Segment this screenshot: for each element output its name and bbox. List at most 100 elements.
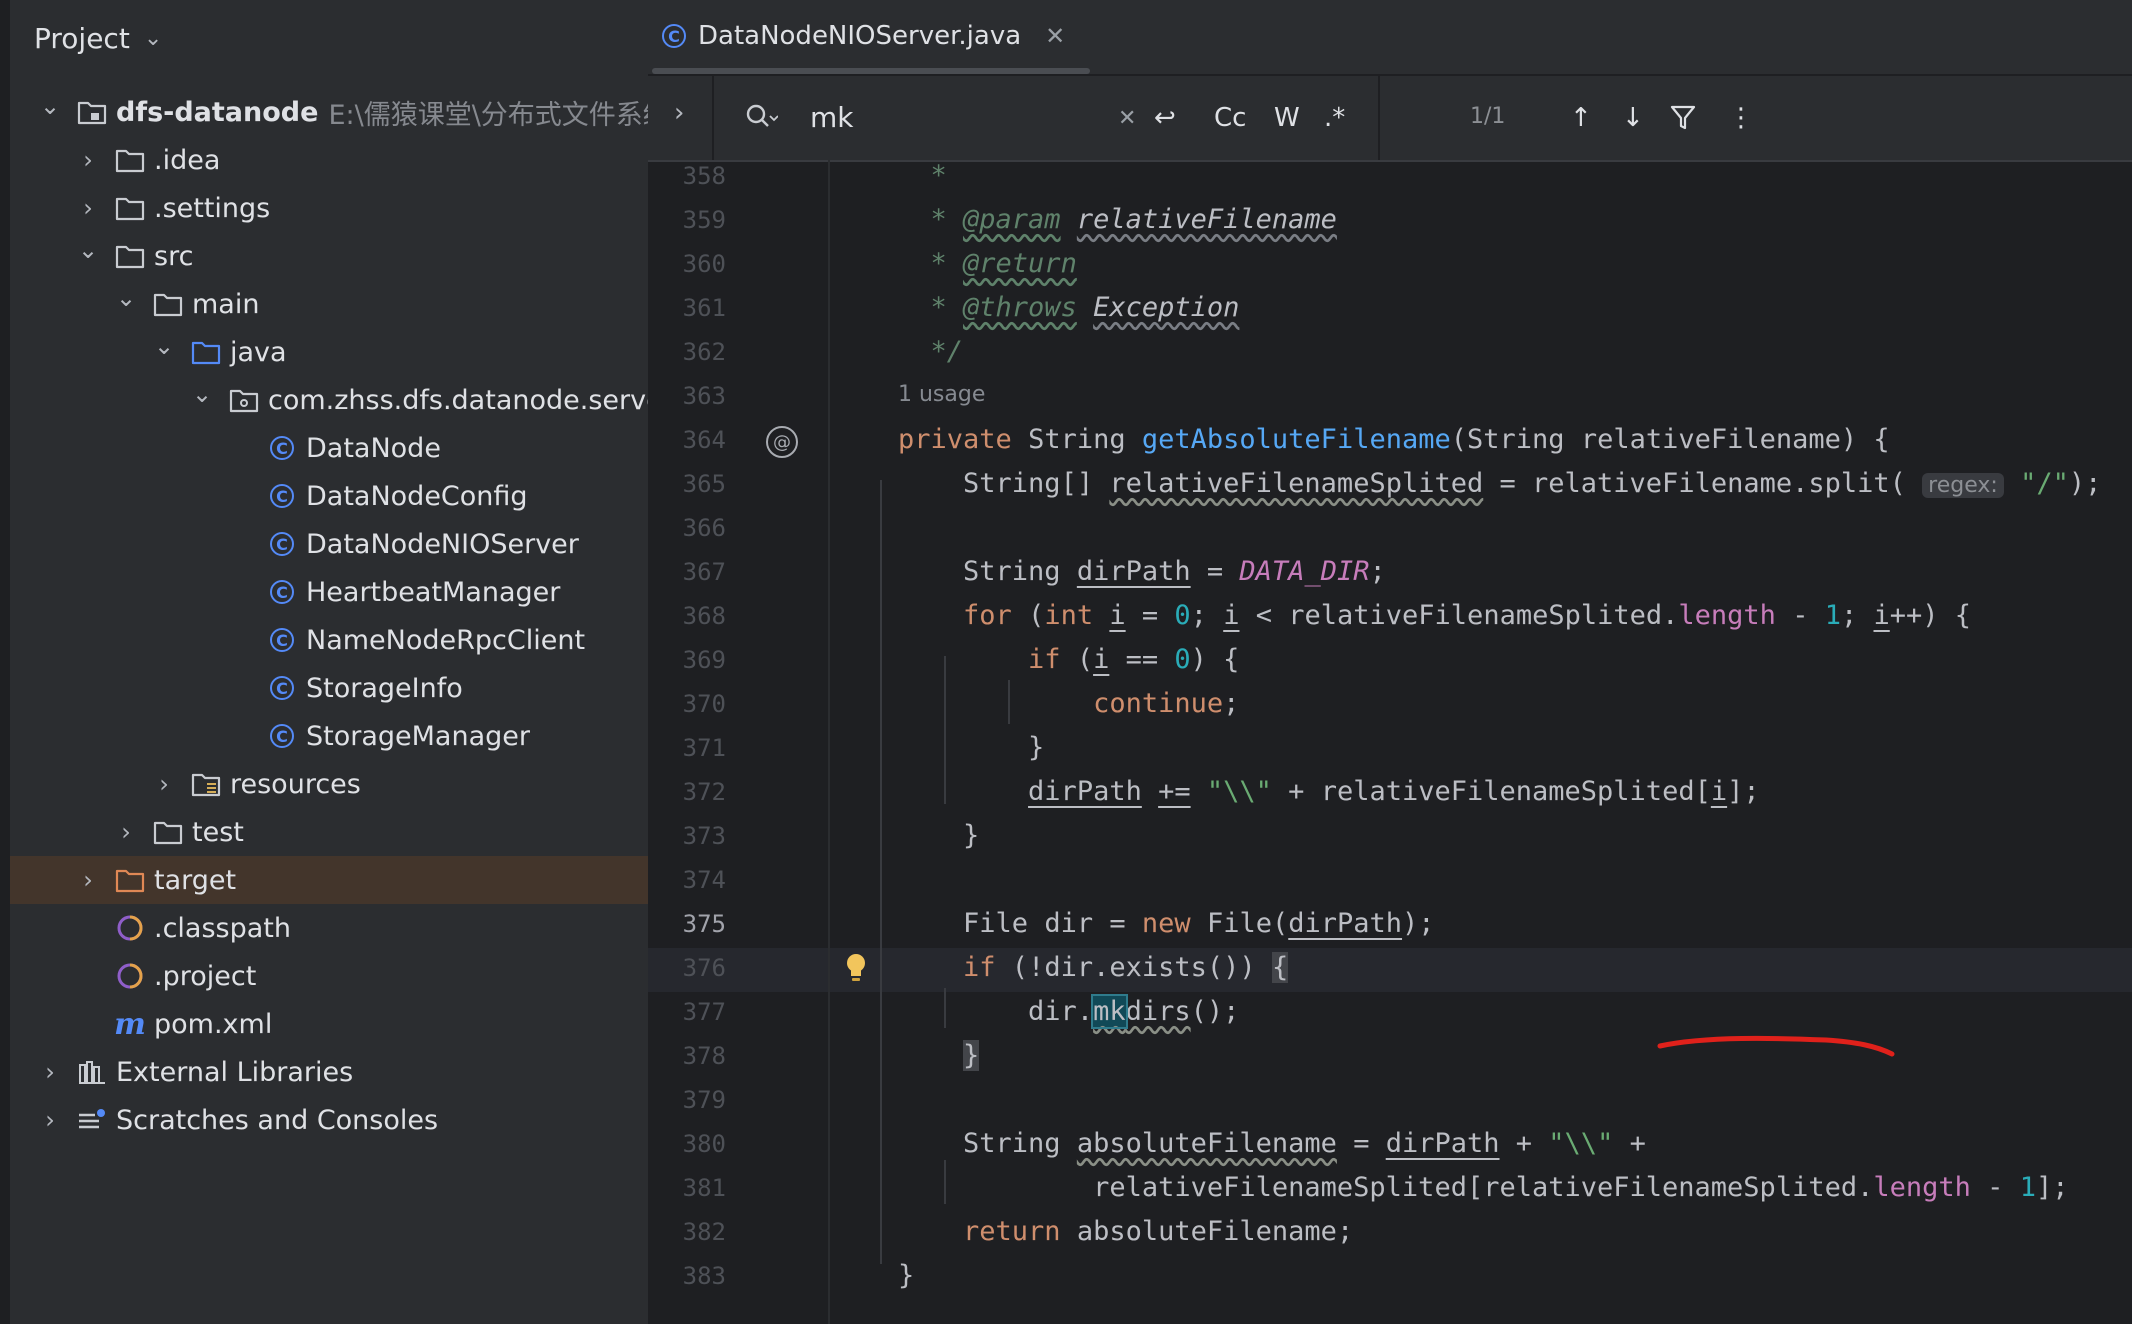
tree-item-label: .classpath bbox=[154, 912, 291, 944]
words-button[interactable]: W bbox=[1274, 98, 1300, 138]
lightbulb-icon[interactable] bbox=[844, 952, 868, 984]
chevron-right-icon[interactable]: › bbox=[38, 1106, 62, 1134]
find-input[interactable] bbox=[808, 96, 1132, 138]
tree-item[interactable]: › resources bbox=[10, 760, 648, 808]
tree-item[interactable]: › target bbox=[10, 856, 648, 904]
tree-item[interactable]: › test bbox=[10, 808, 648, 856]
chevron-down-icon[interactable]: ⌄ bbox=[152, 332, 176, 360]
tree-item[interactable]: C DataNodeNIOServer bbox=[10, 520, 648, 568]
code-line-380[interactable]: relativeFilenameSplited[relativeFilename… bbox=[898, 1166, 2068, 1210]
eclipse-file-icon bbox=[114, 960, 146, 992]
tree-item[interactable]: › External Libraries bbox=[10, 1048, 648, 1096]
tree-item-label: StorageInfo bbox=[306, 672, 463, 704]
line-number: 361 bbox=[682, 294, 726, 322]
expand-replace-icon[interactable]: › bbox=[674, 98, 684, 128]
tree-item[interactable]: C NameNodeRpcClient bbox=[10, 616, 648, 664]
tree-item-label: com.zhss.dfs.datanode.server bbox=[268, 384, 648, 416]
code-line-382[interactable]: } bbox=[898, 1254, 914, 1298]
line-number: 373 bbox=[682, 822, 726, 850]
class-icon: C bbox=[266, 480, 298, 512]
folder-icon bbox=[114, 240, 146, 272]
tab-datanodenioserver[interactable]: C DataNodeNIOServer.java ✕ bbox=[662, 0, 1102, 72]
tree-item[interactable]: › .settings bbox=[10, 184, 648, 232]
chevron-right-icon[interactable]: › bbox=[76, 194, 100, 222]
code-line-368[interactable]: if (i == 0) { bbox=[898, 638, 1239, 682]
tree-item[interactable]: › Scratches and Consoles bbox=[10, 1096, 648, 1144]
left-tool-strip bbox=[0, 0, 10, 1324]
code-line-361[interactable]: * @throws Exception bbox=[898, 286, 1240, 330]
eclipse-file-icon bbox=[114, 912, 146, 944]
tree-item-label: .project bbox=[154, 960, 257, 992]
line-number: 383 bbox=[682, 1262, 726, 1290]
line-number: 375 bbox=[682, 910, 726, 938]
tree-item[interactable]: C StorageInfo bbox=[10, 664, 648, 712]
class-icon: C bbox=[266, 528, 298, 560]
code-line-375[interactable]: if (!dir.exists()) { bbox=[898, 946, 1289, 990]
line-number: 365 bbox=[682, 470, 726, 498]
tree-item[interactable]: ⌄ src bbox=[10, 232, 648, 280]
active-tab-indicator bbox=[652, 68, 1090, 74]
code-line-377[interactable]: } bbox=[898, 1034, 980, 1078]
code-line-374[interactable]: File dir = new File(dirPath); bbox=[898, 902, 1435, 946]
chevron-right-icon[interactable]: › bbox=[76, 146, 100, 174]
more-options-icon[interactable]: ⋮ bbox=[1728, 98, 1754, 138]
filter-icon[interactable] bbox=[1670, 104, 1696, 132]
line-number: 369 bbox=[682, 646, 726, 674]
chevron-down-icon[interactable]: ⌄ bbox=[38, 92, 62, 120]
tree-item[interactable]: ⌄ java bbox=[10, 328, 648, 376]
regex-button[interactable]: .* bbox=[1324, 98, 1345, 138]
code-line-379[interactable]: String absoluteFilename = dirPath + "\\"… bbox=[898, 1122, 1646, 1166]
chevron-right-icon[interactable]: › bbox=[152, 770, 176, 798]
new-line-icon[interactable]: ↩ bbox=[1154, 98, 1176, 138]
override-marker-icon[interactable]: @ bbox=[766, 426, 798, 458]
chevron-down-icon[interactable]: ⌄ bbox=[76, 236, 100, 264]
code-line-358[interactable]: * bbox=[898, 154, 947, 198]
match-case-button[interactable]: Cc bbox=[1214, 98, 1246, 138]
code-line-371[interactable]: dirPath += "\\" + relativeFilenameSplite… bbox=[898, 770, 1760, 814]
code-line-360[interactable]: * @return bbox=[898, 242, 1077, 286]
module-folder-icon bbox=[76, 96, 108, 128]
tree-item[interactable]: ⌄ dfs-datanode E:\儒猿课堂\分布式文件系统\ bbox=[10, 88, 648, 136]
code-line-376[interactable]: dir.mkdirs(); bbox=[898, 990, 1239, 1034]
tree-item-label: NameNodeRpcClient bbox=[306, 624, 586, 656]
code-line-363[interactable]: private String getAbsoluteFilename(Strin… bbox=[898, 418, 1890, 462]
code-line-370[interactable]: } bbox=[898, 726, 1044, 770]
tree-item[interactable]: C HeartbeatManager bbox=[10, 568, 648, 616]
scratches-icon bbox=[76, 1104, 108, 1136]
code-line-381[interactable]: return absoluteFilename; bbox=[898, 1210, 1353, 1254]
code-line-359[interactable]: * @param relativeFilename bbox=[898, 198, 1337, 242]
tree-item[interactable]: .classpath bbox=[10, 904, 648, 952]
tree-item[interactable]: C StorageManager bbox=[10, 712, 648, 760]
tree-item[interactable]: ⌄ com.zhss.dfs.datanode.server bbox=[10, 376, 648, 424]
tree-item[interactable]: › .idea bbox=[10, 136, 648, 184]
tree-item[interactable]: m pom.xml bbox=[10, 1000, 648, 1048]
tree-item-label: DataNodeConfig bbox=[306, 480, 528, 512]
clear-search-icon[interactable]: ✕ bbox=[1118, 98, 1136, 138]
tree-item[interactable]: C DataNodeConfig bbox=[10, 472, 648, 520]
resources-folder-icon bbox=[190, 768, 222, 800]
tree-item[interactable]: C DataNode bbox=[10, 424, 648, 472]
code-line-364[interactable]: String[] relativeFilenameSplited = relat… bbox=[898, 462, 2101, 508]
code-line-366[interactable]: String dirPath = DATA_DIR; bbox=[898, 550, 1386, 594]
project-view-title[interactable]: Project ⌄ bbox=[34, 18, 162, 58]
source-folder-icon bbox=[190, 336, 222, 368]
tree-item[interactable]: .project bbox=[10, 952, 648, 1000]
close-tab-icon[interactable]: ✕ bbox=[1045, 22, 1065, 50]
code-line-369[interactable]: continue; bbox=[898, 682, 1239, 726]
find-bar-divider bbox=[712, 76, 714, 160]
previous-occurrence-icon[interactable]: ↑ bbox=[1570, 98, 1592, 138]
next-occurrence-icon[interactable]: ↓ bbox=[1622, 98, 1644, 138]
tree-item[interactable]: ⌄ main bbox=[10, 280, 648, 328]
line-number: 368 bbox=[682, 602, 726, 630]
chevron-right-icon[interactable]: › bbox=[114, 818, 138, 846]
search-history-icon[interactable] bbox=[744, 102, 778, 132]
chevron-down-icon[interactable]: ⌄ bbox=[114, 284, 138, 312]
code-line-367[interactable]: for (int i = 0; i < relativeFilenameSpli… bbox=[898, 594, 1971, 638]
code-line-372[interactable]: } bbox=[898, 814, 979, 858]
usage-hint[interactable]: 1 usage bbox=[898, 382, 985, 407]
code-line-362[interactable]: */ bbox=[898, 330, 964, 374]
chevron-right-icon[interactable]: › bbox=[76, 866, 100, 894]
chevron-down-icon[interactable]: ⌄ bbox=[190, 380, 214, 408]
tree-item-label: main bbox=[192, 288, 260, 320]
chevron-right-icon[interactable]: › bbox=[38, 1058, 62, 1086]
